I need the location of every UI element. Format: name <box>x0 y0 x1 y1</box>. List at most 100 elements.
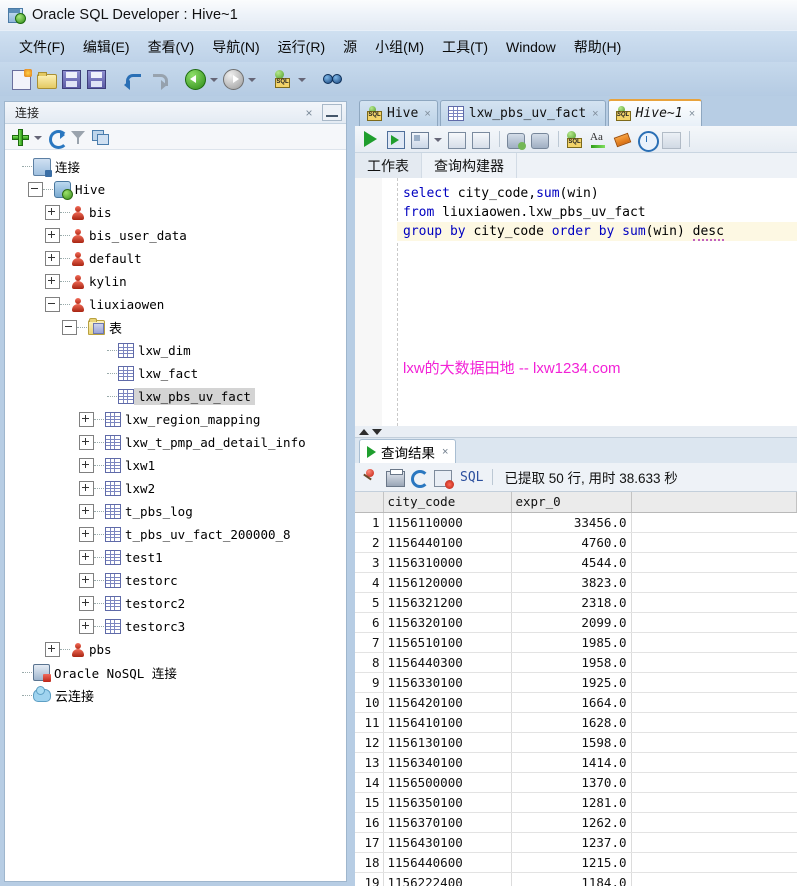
splitter-up-icon[interactable] <box>359 428 369 435</box>
menu-tools[interactable]: 工具(T) <box>433 35 497 59</box>
rollback-icon[interactable] <box>529 129 550 150</box>
print-icon[interactable] <box>384 467 405 487</box>
cell-expr-0[interactable]: 1628.0 <box>511 712 632 733</box>
cell-expr-0[interactable]: 1414.0 <box>511 752 632 773</box>
menu-edit[interactable]: 编辑(E) <box>74 35 139 59</box>
tree-item[interactable]: test1 <box>5 546 346 569</box>
menu-help[interactable]: 帮助(H) <box>565 35 630 59</box>
refresh-icon[interactable] <box>46 127 68 149</box>
tree-item[interactable]: liuxiaowen <box>5 293 346 316</box>
sql-history-icon[interactable] <box>636 129 659 152</box>
tab-worksheet[interactable]: 工作表 <box>355 153 422 178</box>
cell-expr-0[interactable]: 2099.0 <box>511 612 632 633</box>
tree-item[interactable]: bis_user_data <box>5 224 346 247</box>
connections-toolbar[interactable] <box>5 124 346 150</box>
collapse-icon[interactable] <box>62 320 77 335</box>
pin-icon[interactable] <box>360 467 380 487</box>
tree-item[interactable]: t_pbs_log <box>5 500 346 523</box>
cell-expr-0[interactable]: 1262.0 <box>511 812 632 833</box>
expand-icon[interactable] <box>79 504 94 519</box>
sheet-tabstrip[interactable]: 工作表 查询构建器 <box>355 153 797 179</box>
commit-icon[interactable] <box>505 129 526 150</box>
cell-city-code[interactable]: 1156350100 <box>383 792 512 813</box>
results-grid[interactable]: city_code expr_0 1 1156110000 33456.0 2 1156… <box>355 492 797 886</box>
expand-icon[interactable] <box>79 550 94 565</box>
save-icon[interactable] <box>60 68 82 90</box>
expand-icon[interactable] <box>79 458 94 473</box>
menu-navigate[interactable]: 导航(N) <box>203 35 268 59</box>
cell-city-code[interactable]: 1156320100 <box>383 612 512 633</box>
table-row[interactable]: 17 1156430100 1237.0 <box>355 832 797 853</box>
collapse-icon[interactable] <box>28 182 43 197</box>
expand-icon[interactable] <box>45 642 60 657</box>
cell-expr-0[interactable]: 2318.0 <box>511 592 632 613</box>
cell-expr-0[interactable]: 1598.0 <box>511 732 632 753</box>
menu-file[interactable]: 文件(F) <box>10 35 74 59</box>
table-row[interactable]: 13 1156340100 1414.0 <box>355 752 797 773</box>
results-toolbar[interactable]: SQL 已提取 50 行, 用时 38.633 秒 <box>355 463 797 492</box>
column-header-city-code[interactable]: city_code <box>383 492 512 513</box>
undo-icon[interactable] <box>122 68 144 90</box>
close-icon[interactable]: × <box>689 108 695 120</box>
expand-icon[interactable] <box>45 251 60 266</box>
cell-city-code[interactable]: 1156310000 <box>383 552 512 573</box>
tree-item[interactable]: 云连接 <box>5 684 346 707</box>
cell-expr-0[interactable]: 1370.0 <box>511 772 632 793</box>
add-connection-icon[interactable] <box>11 127 31 147</box>
tree-item[interactable]: lxw2 <box>5 477 346 500</box>
table-row[interactable]: 2 1156440100 4760.0 <box>355 532 797 553</box>
tab-hive-1[interactable]: SQL Hive~1 × <box>607 99 702 126</box>
table-row[interactable]: 3 1156310000 4544.0 <box>355 552 797 573</box>
to-upper-lower-case-icon[interactable] <box>588 129 609 150</box>
worksheet-toolbar[interactable]: SQL <box>355 126 797 153</box>
table-row[interactable]: 4 1156120000 3823.0 <box>355 572 797 593</box>
table-row[interactable]: 14 1156500000 1370.0 <box>355 772 797 793</box>
new-sql-worksheet-icon[interactable]: SQL <box>272 68 294 90</box>
cell-city-code[interactable]: 1156330100 <box>383 672 512 693</box>
cell-expr-0[interactable]: 1215.0 <box>511 852 632 873</box>
tree-item[interactable]: lxw_region_mapping <box>5 408 346 431</box>
cell-city-code[interactable]: 1156500000 <box>383 772 512 793</box>
collapse-all-icon[interactable] <box>90 127 110 147</box>
collapse-icon[interactable] <box>45 297 60 312</box>
menu-view[interactable]: 查看(V) <box>139 35 204 59</box>
explain-plan-dropdown-icon[interactable] <box>433 128 443 150</box>
editor-results-splitter[interactable] <box>355 426 797 438</box>
sql-editor[interactable]: select city_code,sum(win) from liuxiaowen… <box>355 178 797 427</box>
filter-icon[interactable] <box>68 127 88 147</box>
expand-icon[interactable] <box>45 228 60 243</box>
open-file-icon[interactable] <box>35 68 57 90</box>
cell-expr-0[interactable]: 1664.0 <box>511 692 632 713</box>
tree-item[interactable]: Hive <box>5 178 346 201</box>
save-all-icon[interactable] <box>85 68 107 90</box>
close-icon[interactable]: × <box>592 108 598 120</box>
run-statement-icon[interactable] <box>361 129 382 150</box>
table-row[interactable]: 1 1156110000 33456.0 <box>355 512 797 533</box>
menu-source[interactable]: 源 <box>334 35 366 59</box>
cell-city-code[interactable]: 1156510100 <box>383 632 512 653</box>
tree-item[interactable]: testorc <box>5 569 346 592</box>
tree-item[interactable]: lxw_t_pmp_ad_detail_info <box>5 431 346 454</box>
close-icon[interactable]: × <box>442 446 448 458</box>
cell-expr-0[interactable]: 3823.0 <box>511 572 632 593</box>
expand-icon[interactable] <box>79 412 94 427</box>
expand-icon[interactable] <box>79 527 94 542</box>
table-row[interactable]: 6 1156320100 2099.0 <box>355 612 797 633</box>
cell-city-code[interactable]: 1156410100 <box>383 712 512 733</box>
explain-plan-icon[interactable] <box>409 129 430 150</box>
expand-icon[interactable] <box>45 274 60 289</box>
cell-expr-0[interactable]: 1985.0 <box>511 632 632 653</box>
worksheet-dropdown-icon[interactable] <box>297 68 307 90</box>
tree-item[interactable]: kylin <box>5 270 346 293</box>
cell-city-code[interactable]: 1156110000 <box>383 512 512 533</box>
tree-item[interactable]: Oracle NoSQL 连接 <box>5 661 346 684</box>
expand-icon[interactable] <box>79 596 94 611</box>
results-table-body[interactable]: 1 1156110000 33456.0 2 1156440100 4760.0 3 1156… <box>355 512 797 886</box>
cell-city-code[interactable]: 1156440100 <box>383 532 512 553</box>
cell-expr-0[interactable]: 4760.0 <box>511 532 632 553</box>
close-icon[interactable]: × <box>424 108 430 120</box>
navigate-back-icon[interactable] <box>184 68 206 90</box>
cell-expr-0[interactable]: 4544.0 <box>511 552 632 573</box>
expand-icon[interactable] <box>79 619 94 634</box>
query-builder-icon[interactable] <box>660 129 681 150</box>
